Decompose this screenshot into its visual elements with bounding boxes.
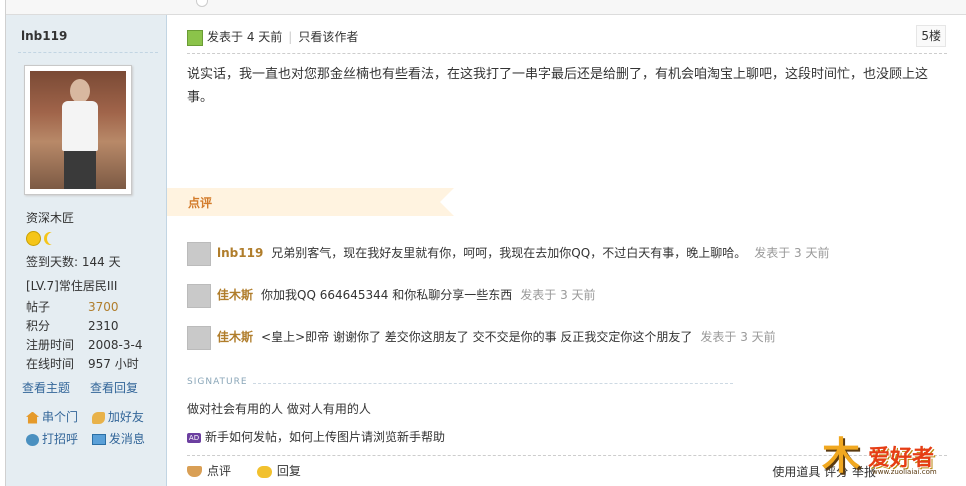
- stat-value: 2008-3-4: [88, 338, 143, 352]
- stat-row: 注册时间 2008-3-4: [26, 336, 161, 355]
- comment-author[interactable]: lnb119: [217, 246, 263, 260]
- stat-value: 2310: [88, 319, 119, 333]
- signature-divider: [253, 383, 733, 384]
- add-friend-button[interactable]: 加好友: [91, 406, 154, 428]
- message-button[interactable]: 发消息: [91, 428, 154, 450]
- divider: [187, 53, 947, 54]
- comment-time: 发表于 3 天前: [700, 330, 776, 344]
- view-replies-link[interactable]: 查看回复: [90, 381, 138, 395]
- comment-button-label: 点评: [207, 464, 232, 478]
- author-name[interactable]: lnb119: [21, 29, 67, 43]
- avatar-photo: [30, 71, 126, 189]
- header-separator: |: [288, 30, 293, 44]
- signature-text: 做对社会有用的人 做对人有用的人: [187, 402, 371, 416]
- signin-days: 签到天数: 144 天: [26, 255, 121, 269]
- top-bar: [6, 0, 966, 15]
- comment-item: 佳木斯 你加我QQ 664645344 和你私聊分享一些东西 发表于 3 天前: [187, 283, 947, 308]
- avatar-person-body: [62, 101, 98, 151]
- stat-label: 注册时间: [26, 338, 75, 352]
- comment-section-header: 点评: [167, 188, 454, 216]
- comment-author[interactable]: 佳木斯: [217, 330, 253, 344]
- message-label: 发消息: [108, 432, 145, 446]
- avatar-person-legs: [64, 151, 96, 189]
- poke-button[interactable]: 打招呼: [26, 428, 88, 450]
- comment-avatar[interactable]: [187, 325, 211, 350]
- stat-label: 积分: [26, 319, 51, 333]
- comment-text: 兄弟别客气，现在我好友里就有你，呵呵，我现在去加你QQ，不过白天有事，晚上聊哈。: [271, 246, 747, 260]
- poke-icon: [26, 433, 39, 446]
- reply-button-label: 回复: [276, 464, 301, 478]
- only-author-link[interactable]: 只看该作者: [298, 30, 358, 44]
- view-topics-link[interactable]: 查看主题: [22, 381, 70, 395]
- stat-value: 957 小时: [88, 357, 139, 371]
- user-rank: 资深木匠: [26, 211, 75, 225]
- online-status-icon: [187, 29, 203, 46]
- post-footer: 点评 回复: [187, 461, 323, 481]
- visit-button[interactable]: 串个门: [26, 406, 88, 428]
- sun-icon: [26, 231, 41, 246]
- stat-label: 帖子: [26, 300, 51, 314]
- comment-avatar[interactable]: [187, 283, 211, 308]
- add-friend-label: 加好友: [107, 410, 144, 424]
- home-icon: [26, 411, 39, 424]
- avatar-person-head: [70, 79, 90, 103]
- comment-text: <皇上>即帝 谢谢你了 差交你这朋友了 交不交是你的事 反正我交定你这个朋友了: [261, 330, 693, 344]
- radio-icon: [196, 0, 208, 7]
- ad-badge: AD: [187, 432, 201, 443]
- reply-icon: [256, 465, 272, 478]
- comment-time: 发表于 3 天前: [754, 246, 830, 260]
- logo-url: www.zuoliaiai.com: [872, 468, 937, 476]
- stat-label: 在线时间: [26, 357, 75, 371]
- comment-label: 点评: [188, 196, 213, 210]
- user-stats: 帖子 3700 积分 2310 注册时间 2008-3-4 在线时间 957 小时: [26, 298, 161, 374]
- profile-links: 查看主题 查看回复: [22, 379, 162, 396]
- user-level: [LV.7]常住居民III: [26, 279, 118, 293]
- stat-row: 帖子 3700: [26, 298, 161, 317]
- stat-row: 在线时间 957 小时: [26, 355, 161, 374]
- floor-number[interactable]: 5楼: [916, 25, 946, 47]
- post-main: 发表于 4 天前 | 只看该作者 5楼 说实话，我一直也对您那金丝楠也有些看法，在这…: [167, 15, 966, 486]
- mail-icon: [91, 434, 106, 445]
- cup-icon: [187, 466, 202, 477]
- comment-item: 佳木斯 <皇上>即帝 谢谢你了 差交你这朋友了 交不交是你的事 反正我交定你这个朋…: [187, 325, 947, 350]
- author-sidebar: lnb119 资深木匠 签到天数: 144 天 [LV.7]常住居民III 帖子…: [6, 15, 167, 486]
- newbie-help-text[interactable]: 新手如何发帖，如何上传图片请浏览新手帮助: [205, 430, 445, 444]
- post-frame: lnb119 资深木匠 签到天数: 144 天 [LV.7]常住居民III 帖子…: [5, 0, 966, 486]
- site-logo: 木 爱好者 www.zuoliaiai.com: [822, 432, 956, 482]
- comment-author[interactable]: 佳木斯: [217, 288, 253, 302]
- post-content: 说实话，我一直也对您那金丝楠也有些看法，在这我打了一串字最后还是给删了，有机会咱…: [187, 67, 929, 105]
- stat-value[interactable]: 3700: [88, 300, 119, 314]
- avatar[interactable]: [24, 65, 132, 195]
- rank-stars: [26, 231, 55, 246]
- logo-glyph: 木: [822, 433, 861, 478]
- tab-notch: [440, 188, 454, 216]
- newbie-help-link[interactable]: AD 新手如何发帖，如何上传图片请浏览新手帮助: [187, 428, 445, 445]
- post-time: 发表于 4 天前: [207, 30, 283, 44]
- divider: [18, 52, 158, 53]
- poke-label: 打招呼: [42, 432, 79, 446]
- signature-label: SIGNATURE: [187, 377, 248, 387]
- comment-time: 发表于 3 天前: [520, 288, 596, 302]
- user-actions: 串个门 加好友 打招呼 发消息: [26, 406, 166, 450]
- stat-row: 积分 2310: [26, 317, 161, 336]
- comment-avatar[interactable]: [187, 241, 211, 266]
- post-header: 发表于 4 天前 | 只看该作者: [187, 27, 358, 47]
- comment-text: 你加我QQ 664645344 和你私聊分享一些东西: [261, 288, 513, 302]
- moon-icon: [47, 232, 59, 245]
- comment-item: lnb119 兄弟别客气，现在我好友里就有你，呵呵，我现在去加你QQ，不过白天有事…: [187, 241, 947, 266]
- comment-button[interactable]: 点评: [187, 464, 231, 478]
- reply-button[interactable]: 回复: [256, 464, 301, 478]
- visit-label: 串个门: [42, 410, 79, 424]
- friend-icon: [91, 411, 105, 424]
